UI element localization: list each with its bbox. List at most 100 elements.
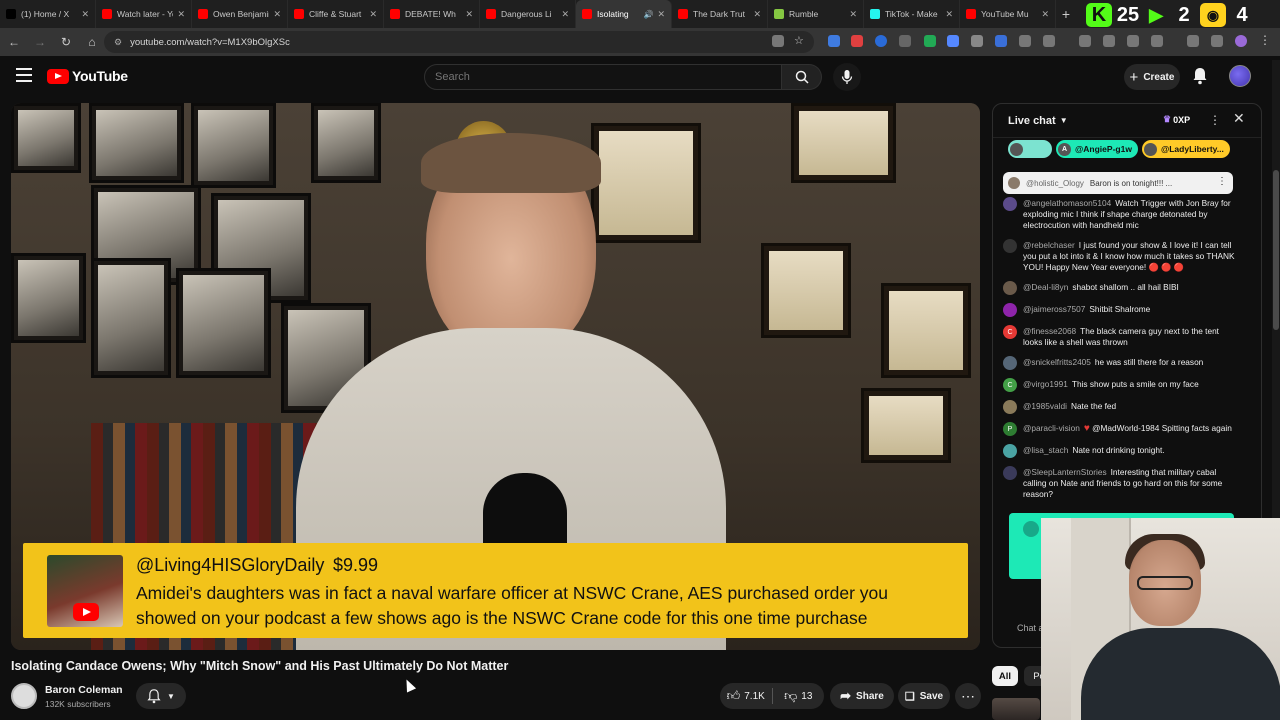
chat-author[interactable]: @snickelfritts2405 — [1023, 357, 1091, 367]
chat-author[interactable]: @rebelchaser — [1023, 240, 1075, 250]
browser-tab[interactable]: TikTok - Make ✕ — [864, 0, 960, 28]
chat-message[interactable]: @SleepLanternStories Interesting that mil… — [1003, 466, 1238, 500]
history-icon[interactable] — [1079, 35, 1091, 47]
chat-author[interactable]: @Deal-li8yn — [1023, 282, 1068, 292]
chat-message[interactable]: C @finesse2068 The black camera guy next t… — [1003, 325, 1238, 348]
extension-icon-2[interactable] — [851, 35, 863, 47]
subscribed-notifications-button[interactable]: ▼ — [136, 683, 186, 709]
bookmark-star-icon[interactable]: ☆ — [794, 34, 806, 47]
extension-icon-9[interactable] — [1019, 35, 1031, 47]
chip-all[interactable]: All — [992, 666, 1018, 686]
chat-author[interactable]: @1985valdi — [1023, 401, 1067, 411]
tab-close-icon[interactable]: ✕ — [657, 9, 665, 20]
tab-close-icon[interactable]: ✕ — [465, 9, 473, 20]
voice-search-button[interactable] — [833, 63, 861, 91]
share-button[interactable]: ➦ Share — [830, 683, 894, 709]
browser-tab[interactable]: Dangerous Li ✕ — [480, 0, 576, 28]
ticker-item[interactable] — [1008, 140, 1052, 158]
reading-list-icon[interactable] — [1151, 35, 1163, 47]
dislike-button[interactable]: 👎︎ 13 — [773, 683, 825, 709]
chat-message[interactable]: C @virgo1991 This show puts a smile on my … — [1003, 378, 1238, 392]
chat-input[interactable]: Chat a — [1017, 623, 1044, 633]
browser-tab[interactable]: YouTube Mu ✕ — [960, 0, 1056, 28]
chat-author[interactable]: @paracli-vision — [1023, 423, 1080, 433]
save-button[interactable]: ❏ Save — [898, 683, 950, 709]
extension-icon-1[interactable] — [828, 35, 840, 47]
forward-arrow-icon[interactable]: → — [28, 30, 52, 54]
chat-author[interactable]: @lisa_stach — [1023, 445, 1068, 455]
pinned-menu-icon[interactable]: ⋮ — [1217, 176, 1227, 187]
chat-author[interactable]: @virgo1991 — [1023, 379, 1068, 389]
chat-message[interactable]: @rebelchaser I just found your show & I l… — [1003, 239, 1238, 273]
chat-message[interactable]: @Deal-li8yn shabot shallom .. all hail BI… — [1003, 281, 1238, 295]
chat-message[interactable]: @1985valdi Nate the fed — [1003, 400, 1238, 414]
browser-tab[interactable]: DEBATE! Wh ✕ — [384, 0, 480, 28]
reload-icon[interactable]: ↻ — [54, 30, 78, 54]
hamburger-menu-icon[interactable] — [16, 68, 32, 82]
chat-message[interactable]: @lisa_stach Nate not drinking tonight. — [1003, 444, 1238, 458]
browser-tab[interactable]: (1) Home / X ✕ — [0, 0, 96, 28]
devtools-icon[interactable] — [1127, 35, 1139, 47]
extension-icon-6[interactable] — [947, 35, 959, 47]
tab-close-icon[interactable]: ✕ — [561, 9, 569, 20]
address-bar[interactable]: ⚙ youtube.com/watch?v=M1X9bOlgXSc — [104, 31, 814, 53]
tab-close-icon[interactable]: ✕ — [945, 9, 953, 20]
extension-icon-8[interactable] — [995, 35, 1007, 47]
install-app-icon[interactable] — [772, 35, 784, 47]
tab-close-icon[interactable]: ✕ — [273, 9, 281, 20]
chat-points-badge[interactable]: ♛ 0XP — [1163, 114, 1190, 125]
extensions-puzzle-icon[interactable] — [1043, 35, 1055, 47]
chat-author[interactable]: @jaimeross7507 — [1023, 304, 1085, 314]
tab-close-icon[interactable]: ✕ — [753, 9, 761, 20]
chat-message[interactable]: @snickelfritts2405 he was still there for… — [1003, 356, 1238, 370]
new-tab-button[interactable]: + — [1056, 0, 1076, 28]
browser-tab[interactable]: The Dark Trut ✕ — [672, 0, 768, 28]
search-button[interactable] — [782, 64, 822, 90]
extension-icon-5[interactable] — [924, 35, 936, 47]
ticker-item[interactable]: @LadyLiberty... — [1141, 140, 1230, 158]
browser-tab[interactable]: Cliffe & Stuart ✕ — [288, 0, 384, 28]
chat-message[interactable]: @jaimeross7507 Shitbit Shalrome — [1003, 303, 1238, 317]
create-button[interactable]: + Create — [1124, 64, 1180, 90]
channel-name[interactable]: Baron Coleman — [45, 684, 123, 696]
chat-author[interactable]: @SleepLanternStories — [1023, 467, 1107, 477]
home-icon[interactable]: ⌂ — [80, 30, 104, 54]
account-avatar[interactable] — [1229, 65, 1251, 87]
browser-tab[interactable]: Watch later - YouTube ✕ — [96, 0, 192, 28]
tab-audio-icon[interactable]: 🔊 — [643, 10, 653, 19]
extension-icon-3[interactable] — [875, 35, 887, 47]
channel-avatar[interactable] — [11, 683, 37, 709]
extension-icon-7[interactable] — [971, 35, 983, 47]
chat-author[interactable]: @finesse2068 — [1023, 326, 1076, 336]
chat-author[interactable]: @angelathomason5104 — [1023, 198, 1111, 208]
download-icon[interactable] — [1211, 35, 1223, 47]
tab-close-icon[interactable]: ✕ — [1041, 9, 1049, 20]
pinned-message[interactable]: @holistic_Ology Baron is on tonight!!! .… — [1003, 172, 1233, 194]
side-panel-icon[interactable] — [1187, 35, 1199, 47]
profile-icon[interactable] — [1235, 35, 1247, 47]
video-player[interactable]: @Living4HISGloryDaily $9.99 Amidei's dau… — [11, 103, 980, 650]
tab-close-icon[interactable]: ✕ — [81, 9, 89, 20]
browser-tab[interactable]: Owen Benjamin ✕ — [192, 0, 288, 28]
chat-menu-icon[interactable]: ⋮ — [1209, 113, 1221, 127]
browser-tab[interactable]: Rumble ✕ — [768, 0, 864, 28]
browser-menu-icon[interactable]: ⋮ — [1259, 33, 1271, 47]
tab-close-icon[interactable]: ✕ — [849, 9, 857, 20]
more-actions-button[interactable]: ⋯ — [955, 683, 981, 709]
search-input[interactable] — [435, 71, 781, 83]
site-info-icon[interactable]: ⚙ — [114, 37, 122, 48]
tab-close-icon[interactable]: ✕ — [177, 9, 185, 20]
close-chat-icon[interactable]: ✕ — [1233, 110, 1245, 127]
search-box[interactable] — [424, 64, 782, 90]
youtube-logo[interactable]: YouTube — [47, 68, 128, 84]
notifications-bell-icon[interactable] — [1192, 67, 1210, 87]
browser-tab[interactable]: Isolating 🔊 ✕ — [576, 0, 672, 28]
ticker-item[interactable]: A @AngieP-g1w — [1056, 140, 1138, 158]
chat-message[interactable]: @angelathomason5104 Watch Trigger with Jo… — [1003, 197, 1238, 231]
tab-close-icon[interactable]: ✕ — [369, 9, 377, 20]
back-arrow-icon[interactable]: ← — [2, 30, 26, 54]
extension-icon-4[interactable] — [899, 35, 911, 47]
screenshot-icon[interactable] — [1103, 35, 1115, 47]
chat-message[interactable]: P @paracli-vision ♥ @MadWorld-1984 Spittin… — [1003, 422, 1238, 436]
like-button[interactable]: 👍︎ 7.1K — [720, 683, 772, 709]
